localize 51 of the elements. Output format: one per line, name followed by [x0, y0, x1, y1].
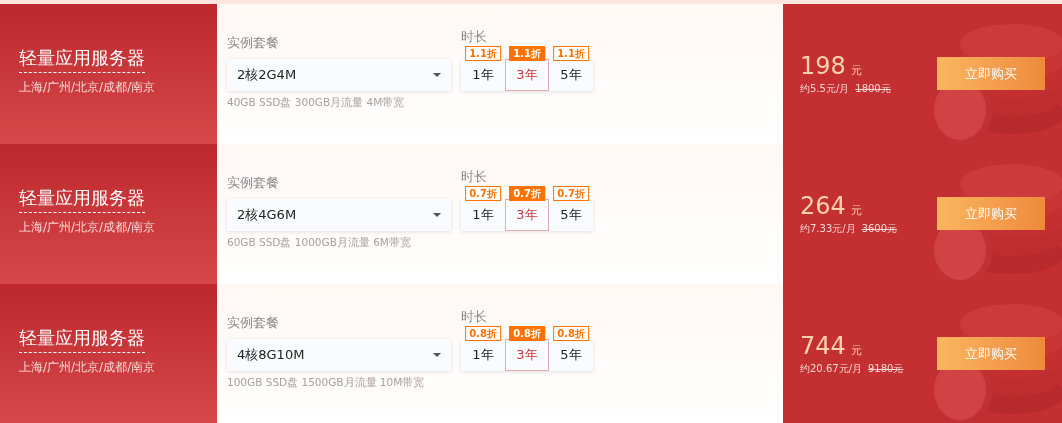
- duration-option[interactable]: 1年: [461, 199, 505, 231]
- region-list: 上海/广州/北京/成都/南京: [19, 359, 156, 376]
- discount-tag: 1.1折: [553, 46, 589, 61]
- discount-tag: 1.1折: [465, 46, 501, 61]
- original-price: 1800元: [855, 82, 891, 96]
- discount-tag: 0.8折: [553, 326, 589, 341]
- discount-tag: 0.7折: [465, 186, 501, 201]
- package-label: 实例套餐: [227, 34, 280, 52]
- price-amount: 198: [800, 52, 846, 80]
- price-amount: 264: [800, 192, 846, 220]
- duration-label: 时长: [461, 169, 488, 185]
- duration-option[interactable]: 5年: [549, 339, 593, 371]
- duration-option[interactable]: 3年: [505, 199, 549, 231]
- duration-label: 时长: [461, 309, 488, 325]
- duration-option[interactable]: 1年: [461, 339, 505, 371]
- caret-icon: [433, 353, 441, 357]
- product-title: 轻量应用服务器: [19, 186, 145, 213]
- duration-option[interactable]: 5年: [549, 59, 593, 91]
- original-price: 3600元: [861, 222, 898, 236]
- region-list: 上海/广州/北京/成都/南京: [19, 219, 156, 236]
- region-list: 上海/广州/北京/成都/南京: [19, 79, 156, 96]
- spec-text: 100GB SSD盘 1500GB月流量 10M带宽: [227, 376, 426, 390]
- duration-option[interactable]: 3年: [505, 339, 549, 371]
- spec-text: 60GB SSD盘 1000GB月流量 6M带宽: [227, 236, 412, 250]
- price-unit: 元: [850, 203, 862, 218]
- spec-text: 40GB SSD盘 300GB月流量 4M带宽: [227, 96, 406, 110]
- package-dropdown[interactable]: 2核2G4M: [227, 59, 451, 91]
- discount-tag: 1.1折: [509, 46, 545, 61]
- product-title: 轻量应用服务器: [19, 326, 145, 353]
- package-label: 实例套餐: [227, 314, 280, 332]
- discount-tag: 0.7折: [553, 186, 589, 201]
- discount-tag: 0.8折: [465, 326, 501, 341]
- caret-icon: [433, 73, 441, 77]
- monthly-price: 约5.5元/月: [800, 82, 850, 96]
- caret-icon: [433, 213, 441, 217]
- discount-tag: 0.7折: [509, 186, 545, 201]
- duration-option[interactable]: 3年: [505, 59, 549, 91]
- duration-option[interactable]: 5年: [549, 199, 593, 231]
- monthly-price: 约20.67元/月: [800, 362, 862, 376]
- package-label: 实例套餐: [227, 174, 280, 192]
- monthly-price: 约7.33元/月: [800, 222, 856, 236]
- package-dropdown[interactable]: 2核4G6M: [227, 199, 451, 231]
- price-unit: 元: [850, 343, 862, 358]
- price-amount: 744: [800, 332, 846, 360]
- package-dropdown[interactable]: 4核8G10M: [227, 339, 451, 371]
- duration-option[interactable]: 1年: [461, 59, 505, 91]
- price-unit: 元: [850, 63, 862, 78]
- duration-label: 时长: [461, 29, 488, 45]
- product-title: 轻量应用服务器: [19, 46, 145, 73]
- original-price: 9180元: [868, 362, 904, 376]
- discount-tag: 0.8折: [509, 326, 545, 341]
